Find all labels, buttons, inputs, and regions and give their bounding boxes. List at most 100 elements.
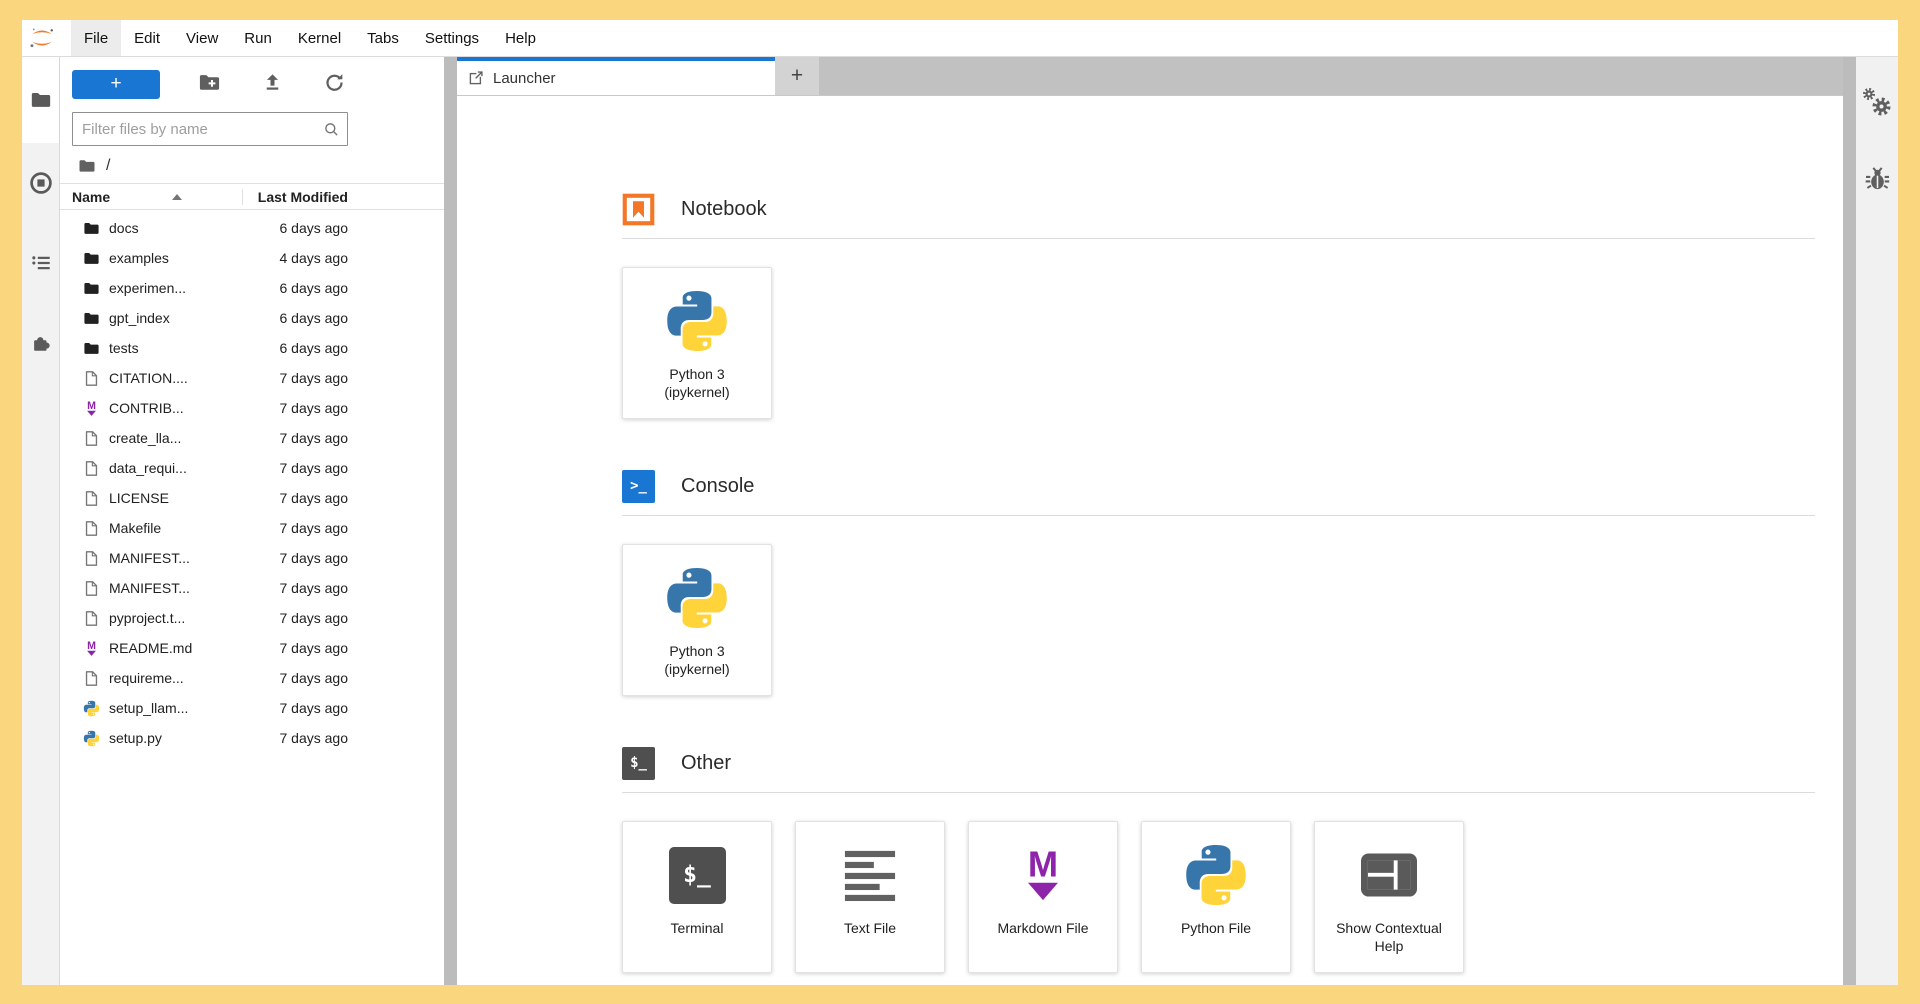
file-list: docs 6 days ago examples 4 days ago expe… [60, 210, 444, 985]
column-header-name[interactable]: Name [60, 189, 242, 205]
file-row[interactable]: MANIFEST... 7 days ago [60, 543, 444, 573]
section-icon: >_ [622, 469, 655, 503]
file-modified: 7 days ago [279, 400, 349, 416]
file-name: create_lla... [109, 430, 182, 446]
new-folder-button[interactable] [197, 71, 223, 97]
file-modified: 7 days ago [279, 640, 349, 656]
menu-item-help[interactable]: Help [492, 20, 549, 56]
file-row[interactable]: setup.py 7 days ago [60, 723, 444, 753]
launcher-card[interactable]: $_ Terminal [622, 821, 772, 973]
launcher-card[interactable]: Markdown File [968, 821, 1118, 973]
menu-item-view[interactable]: View [173, 20, 231, 56]
new-tab-button[interactable]: + [775, 57, 819, 95]
file-row[interactable]: experimen... 6 days ago [60, 273, 444, 303]
file-name: tests [109, 340, 139, 356]
filter-files-input[interactable] [82, 120, 322, 138]
launcher-card[interactable]: Python 3 (ipykernel) [622, 544, 772, 696]
menu-item-run[interactable]: Run [231, 20, 285, 56]
folder-icon [83, 220, 100, 237]
tab-label: Launcher [493, 69, 556, 87]
file-row[interactable]: README.md 7 days ago [60, 633, 444, 663]
folder-icon [30, 89, 52, 111]
screenshot-frame: File Edit View Run Kernel Tabs Settings Help [0, 0, 1920, 1004]
launcher-section-header: >_ Console [622, 469, 1815, 503]
file-modified: 6 days ago [279, 220, 349, 236]
section-title: Notebook [681, 197, 767, 220]
menu-item-kernel[interactable]: Kernel [285, 20, 354, 56]
upload-button[interactable] [259, 71, 285, 97]
file-name: LICENSE [109, 490, 169, 506]
launcher-card-icon [664, 553, 730, 643]
file-modified: 7 days ago [279, 730, 349, 746]
file-name: MANIFEST... [109, 550, 190, 566]
launcher-card[interactable]: Text File [795, 821, 945, 973]
launcher-card-label: Python File [1180, 920, 1252, 936]
launcher-card-icon [1357, 830, 1421, 920]
file-row[interactable]: CITATION.... 7 days ago [60, 363, 444, 393]
file-row[interactable]: MANIFEST... 7 days ago [60, 573, 444, 603]
menu-item-settings[interactable]: Settings [412, 20, 492, 56]
file-type-icon [82, 699, 100, 717]
file-row[interactable]: data_requi... 7 days ago [60, 453, 444, 483]
file-row[interactable]: Makefile 7 days ago [60, 513, 444, 543]
section-divider [622, 238, 1815, 239]
launcher-card[interactable]: Python 3 (ipykernel) [622, 267, 772, 419]
menu-item-tabs[interactable]: Tabs [354, 20, 412, 56]
sidebar-item-running-sessions[interactable] [22, 143, 59, 223]
file-row[interactable]: create_lla... 7 days ago [60, 423, 444, 453]
file-icon [83, 370, 100, 387]
file-row[interactable]: pyproject.t... 7 days ago [60, 603, 444, 633]
python-icon [83, 730, 100, 747]
file-type-icon [82, 579, 100, 597]
panel-splitter-left[interactable] [444, 57, 457, 985]
sidebar-item-extensions[interactable] [22, 303, 59, 383]
file-icon [83, 460, 100, 477]
launcher-card-label: Text File [843, 920, 897, 936]
launcher-section: >_ Console Python 3 (ipykernel) [622, 469, 1815, 696]
file-name: CITATION.... [109, 370, 188, 386]
launcher-section-header: Notebook [622, 192, 1815, 226]
launcher-cards: Python 3 (ipykernel) [622, 544, 1815, 696]
debugger-button[interactable] [1864, 165, 1891, 192]
menu-item-file[interactable]: File [71, 20, 122, 56]
file-type-icon [82, 729, 100, 747]
menu-item-edit[interactable]: Edit [121, 20, 173, 56]
jupyterlab-window: File Edit View Run Kernel Tabs Settings Help [22, 20, 1898, 985]
file-row[interactable]: docs 6 days ago [60, 213, 444, 243]
search-icon [322, 120, 341, 139]
file-row[interactable]: setup_llam... 7 days ago [60, 693, 444, 723]
launcher-card-icon [1183, 830, 1249, 920]
file-row[interactable]: tests 6 days ago [60, 333, 444, 363]
launcher-section-header: $_ Other [622, 746, 1815, 780]
launcher-card[interactable]: Show Contextual Help [1314, 821, 1464, 973]
refresh-button[interactable] [322, 71, 348, 97]
section-divider [622, 515, 1815, 516]
column-header-last-modified[interactable]: Last Modified [242, 188, 444, 205]
launcher-card-icon: $_ [668, 830, 726, 920]
property-inspector-button[interactable] [1862, 87, 1892, 117]
file-type-icon [82, 399, 100, 417]
file-type-icon [82, 279, 100, 297]
breadcrumb[interactable]: / [78, 157, 444, 175]
sidebar-item-table-of-contents[interactable] [22, 223, 59, 303]
file-row[interactable]: CONTRIB... 7 days ago [60, 393, 444, 423]
python-icon [664, 565, 730, 631]
launcher-body: Notebook Python 3 (ipykernel) >_ Console… [457, 95, 1843, 985]
file-row[interactable]: requireme... 7 days ago [60, 663, 444, 693]
file-name: experimen... [109, 280, 187, 296]
launcher-card[interactable]: Python File [1141, 821, 1291, 973]
panel-splitter-right[interactable] [1843, 57, 1856, 985]
console-icon: >_ [622, 469, 655, 503]
file-icon [83, 430, 100, 447]
launcher-card-label: Python 3 (ipykernel) [664, 366, 730, 400]
launcher-card-label: Markdown File [997, 920, 1089, 936]
new-launcher-button[interactable]: + [72, 69, 160, 99]
file-type-icon [82, 429, 100, 447]
sidebar-item-file-browser[interactable] [22, 57, 59, 143]
file-row[interactable]: gpt_index 6 days ago [60, 303, 444, 333]
text-file-icon [843, 848, 897, 902]
file-row[interactable]: examples 4 days ago [60, 243, 444, 273]
file-type-icon [82, 369, 100, 387]
tab-launcher[interactable]: Launcher [457, 57, 775, 95]
file-row[interactable]: LICENSE 7 days ago [60, 483, 444, 513]
